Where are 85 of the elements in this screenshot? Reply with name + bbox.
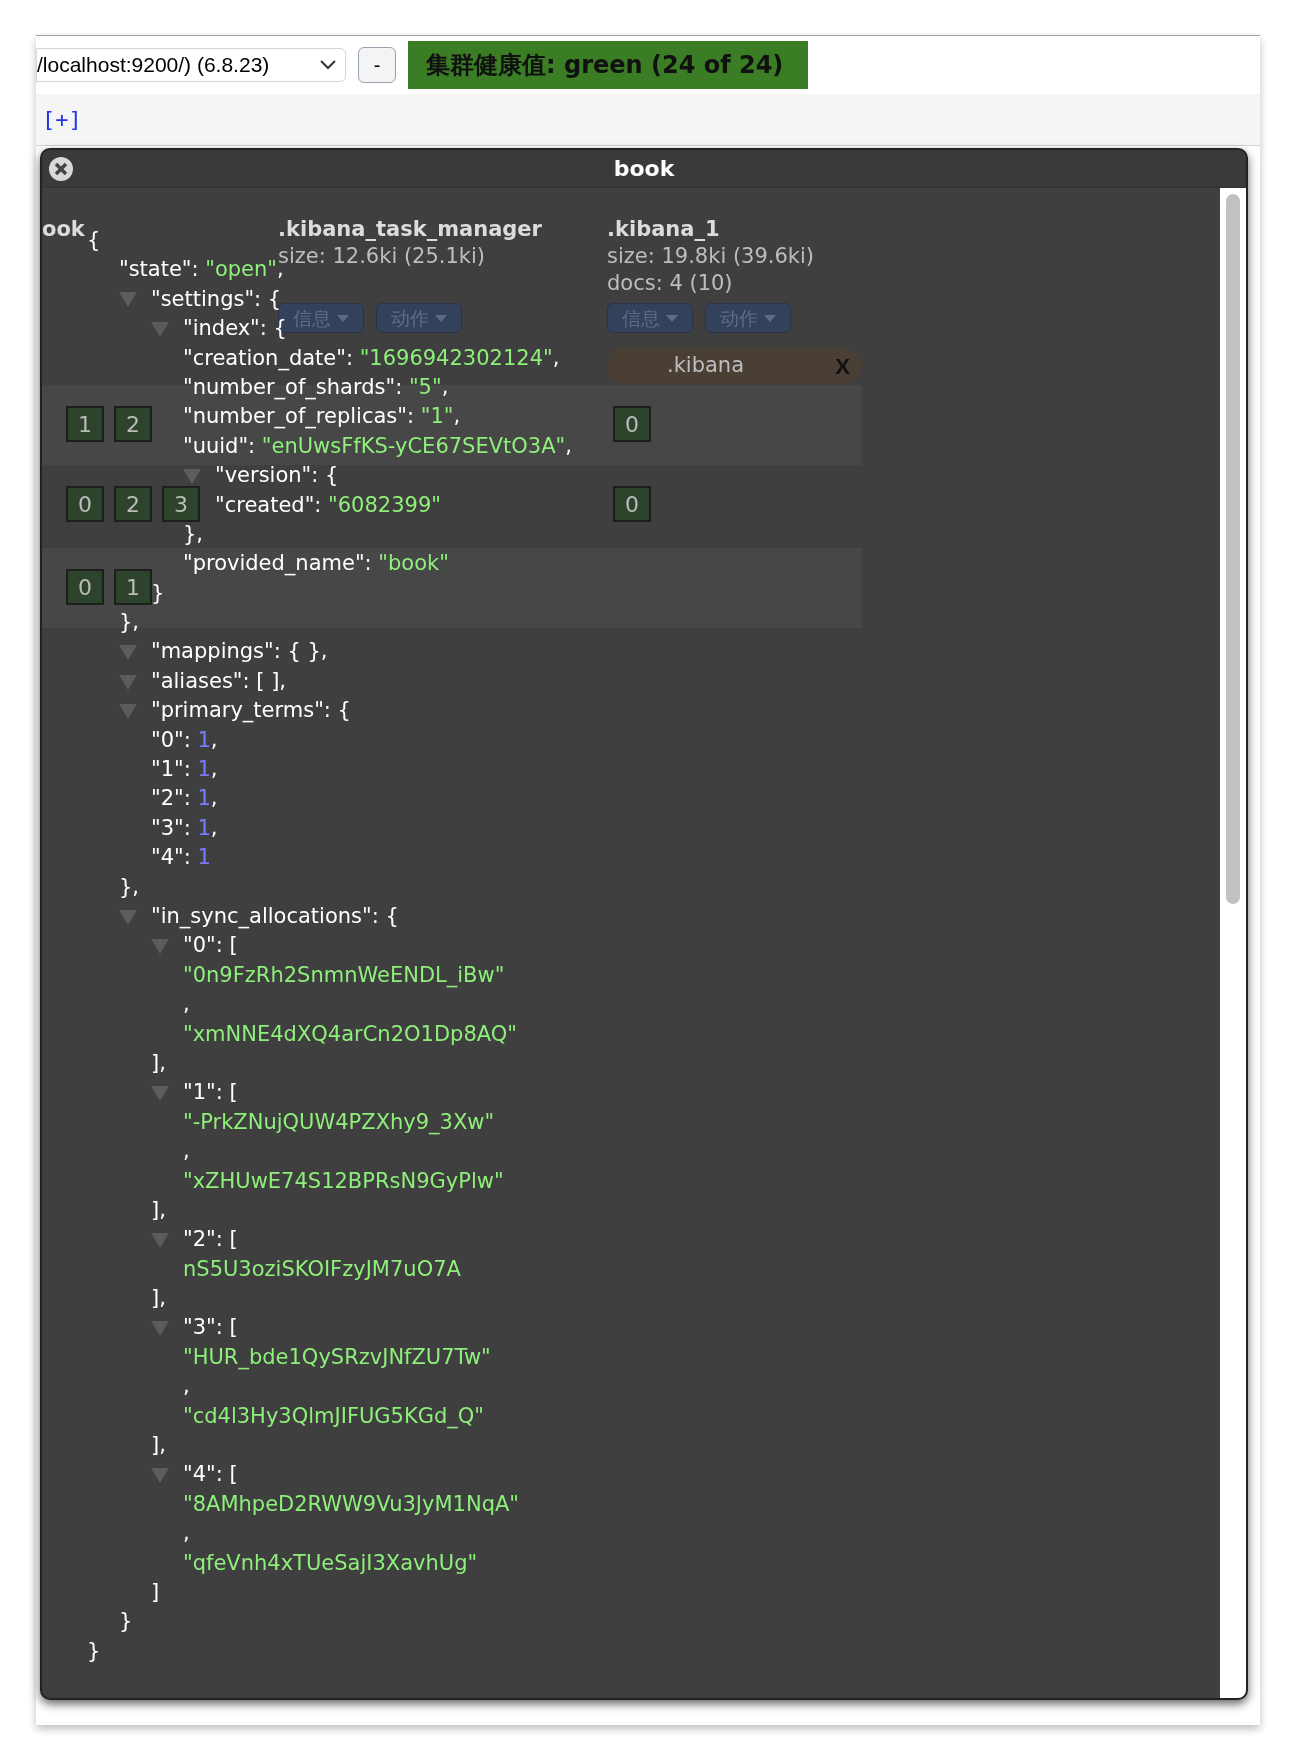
json-line: "version": { — [215, 462, 339, 490]
shard-box[interactable]: 0 — [613, 406, 651, 442]
json-line: "number_of_shards": "5", — [183, 373, 449, 402]
json-line: "0": [ — [183, 932, 238, 960]
index-size: size: 19.8ki (39.6ki) — [607, 243, 815, 270]
json-line: , — [183, 991, 190, 1019]
json-line: } — [87, 1637, 101, 1665]
scrollbar-thumb[interactable] — [1226, 194, 1240, 904]
json-line: "1": 1, — [151, 756, 218, 784]
json-line: "provided_name": "book" — [183, 550, 449, 578]
json-line: "2": [ — [183, 1226, 238, 1254]
shard-box[interactable]: 2 — [114, 406, 152, 442]
alias-label: .kibana — [667, 352, 745, 380]
dialog-title: book — [613, 155, 675, 183]
json-line: ], — [151, 1049, 166, 1077]
index-name: .kibana_task_manager — [278, 216, 542, 243]
json-line: "created": "6082399" — [215, 491, 441, 519]
json-line: ], — [151, 1196, 166, 1224]
json-line: , — [183, 1138, 190, 1166]
json-line: } — [151, 579, 165, 607]
json-line: "3": [ — [183, 1314, 238, 1342]
caret-icon — [764, 314, 776, 322]
collapse-triangle-icon[interactable] — [151, 1085, 169, 1101]
json-line: ], — [151, 1432, 166, 1459]
caret-icon — [666, 314, 678, 322]
json-line: "creation_date": "1696942302124", — [183, 344, 560, 373]
close-icon[interactable] — [48, 156, 74, 182]
chevron-down-icon — [319, 59, 337, 71]
json-line: "cd4l3Hy3QlmJIFUG5KGd_Q" — [183, 1402, 485, 1431]
collapse-triangle-icon[interactable] — [119, 644, 137, 661]
json-line: "xZHUwE74S12BPRsN9GyPlw" — [183, 1167, 504, 1195]
json-line: "HUR_bde1QySRzvJNfZU7Tw" — [183, 1343, 491, 1372]
json-line: }, — [119, 609, 140, 637]
json-line: } — [119, 1608, 133, 1636]
cluster-select[interactable]: /localhost:9200/) (6.8.23) — [36, 48, 346, 82]
json-line: }, — [183, 520, 204, 548]
collapse-triangle-icon[interactable] — [151, 1320, 169, 1337]
json-line: "number_of_replicas": "1", — [183, 403, 461, 431]
shard-box[interactable]: 0 — [66, 486, 104, 522]
shard-box[interactable]: 3 — [162, 486, 200, 522]
shard-box[interactable]: 0 — [613, 486, 651, 522]
shard-box[interactable]: 1 — [114, 569, 152, 605]
caret-icon — [337, 314, 349, 322]
collapse-triangle-icon[interactable] — [183, 467, 201, 484]
json-line: }, — [119, 873, 140, 901]
json-line: "4": [ — [183, 1461, 238, 1489]
add-tab-link[interactable]: [+] — [42, 103, 82, 136]
json-line: "1": [ — [183, 1079, 238, 1107]
json-line: "3": 1, — [151, 814, 218, 842]
json-line: "4": 1 — [151, 844, 211, 872]
json-line: "xmNNE4dXQ4arCn2O1Dp8AQ" — [183, 1020, 517, 1048]
json-line: , — [183, 1373, 190, 1401]
json-line: "qfeVnh4xTUeSajI3XavhUg" — [183, 1549, 478, 1577]
collapse-triangle-icon[interactable] — [151, 1231, 169, 1248]
shard-box[interactable]: 2 — [114, 486, 152, 522]
caret-icon — [435, 314, 447, 322]
json-line: "0": 1, — [151, 726, 218, 754]
json-line: "in_sync_allocations": { — [151, 903, 399, 931]
json-line: , — [183, 1520, 190, 1548]
cluster-health-badge: 集群健康值: green (24 of 24) — [408, 41, 808, 89]
json-line: "mappings": { }, — [151, 638, 328, 666]
json-line: "8AMhpeD2RWW9Vu3JyM1NqA" — [183, 1490, 519, 1518]
json-line: "aliases": [ ], — [151, 667, 286, 695]
index-name: .kibana_1 — [607, 216, 720, 243]
json-line: ], — [151, 1285, 166, 1313]
shard-box[interactable]: 0 — [66, 569, 104, 605]
collapse-triangle-icon[interactable] — [151, 320, 169, 337]
disconnect-button[interactable]: - — [358, 47, 396, 83]
collapse-triangle-icon[interactable] — [151, 938, 169, 955]
json-line: nS5U3oziSKOIFzyJM7uO7A — [183, 1255, 461, 1283]
index-name: ook — [42, 216, 85, 243]
collapse-triangle-icon[interactable] — [119, 702, 137, 719]
json-line: { — [87, 227, 101, 254]
json-line: "-PrkZNujQUW4PZXhy9_3Xw" — [183, 1108, 495, 1137]
json-line: "uuid": "enUwsFfKS-yCE67SEVtO3A", — [183, 432, 572, 460]
collapse-triangle-icon[interactable] — [119, 908, 137, 925]
json-line: "0n9FzRh2SnmnWeENDL_iBw" — [183, 961, 505, 990]
collapse-triangle-icon[interactable] — [119, 673, 137, 690]
collapse-triangle-icon[interactable] — [119, 291, 137, 308]
json-line: "2": 1, — [151, 785, 218, 813]
shard-box[interactable]: 1 — [66, 406, 104, 442]
json-line: "primary_terms": { — [151, 697, 351, 725]
json-line: ] — [151, 1578, 160, 1606]
collapse-triangle-icon[interactable] — [151, 1467, 169, 1484]
index-docs: docs: 4 (10) — [607, 270, 733, 297]
